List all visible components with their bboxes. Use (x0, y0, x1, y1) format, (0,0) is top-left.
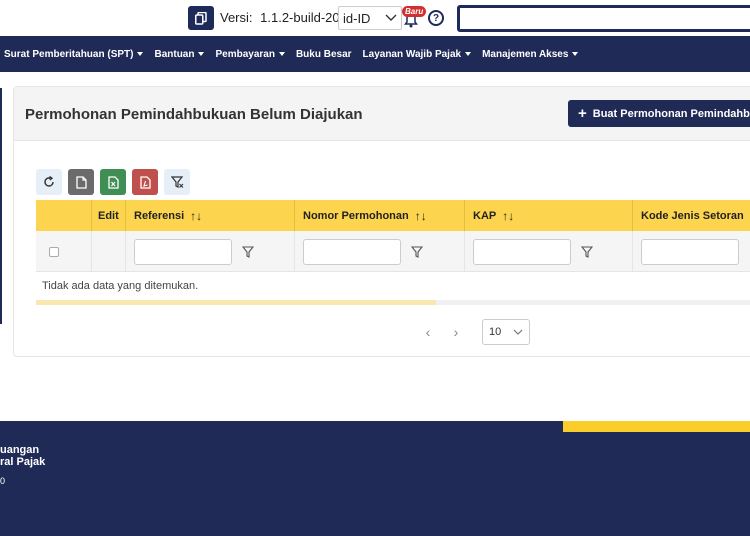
filter-cell-referensi (126, 231, 295, 272)
pagination: ‹ › 10 (414, 319, 530, 345)
document-icon[interactable] (68, 169, 94, 195)
filter-icon[interactable] (411, 245, 423, 258)
nav-item-buku-besar[interactable]: Buku Besar (296, 49, 352, 60)
data-table: Edit Referensi ↑↓ Nomor Permohonan ↑↓ KAP ↑… (36, 200, 750, 305)
select-all-checkbox[interactable] (49, 246, 59, 257)
new-badge: Baru (402, 6, 427, 17)
version-info: Versi: 1.1.2-build-2017 (220, 10, 354, 25)
chevron-down-icon (513, 329, 523, 335)
search-input[interactable] (460, 8, 750, 29)
nav-item-manajemen-akses[interactable]: Manajemen Akses (482, 48, 579, 60)
help-icon[interactable]: ? (428, 10, 444, 26)
table-toolbar (36, 169, 190, 195)
side-panel-edge (0, 88, 2, 324)
empty-message: Tidak ada data yang ditemukan. (42, 280, 199, 292)
footer-accent-bar (563, 421, 750, 432)
page-title: Permohonan Pemindahbukuan Belum Diajukan (25, 106, 363, 123)
filter-icon[interactable] (242, 245, 254, 258)
footer-line-2: ral Pajak (0, 456, 46, 468)
filter-cell-edit (92, 231, 126, 272)
main-card: Permohonan Pemindahbukuan Belum Diajukan… (13, 86, 750, 357)
plus-icon: + (578, 105, 587, 122)
nav-item-label: Pembayaran (215, 48, 275, 60)
filter-input-kap[interactable] (473, 238, 571, 265)
clear-filter-icon[interactable] (164, 169, 190, 195)
horizontal-scrollbar[interactable] (36, 300, 750, 305)
table-header-row: Edit Referensi ↑↓ Nomor Permohonan ↑↓ KAP ↑… (36, 200, 750, 231)
pdf-icon[interactable] (132, 169, 158, 195)
column-header-referensi[interactable]: Referensi ↑↓ (126, 200, 295, 231)
nav-item-label: Layanan Wajib Pajak (362, 48, 462, 60)
column-label: Referensi (134, 209, 185, 222)
create-request-button[interactable]: + Buat Permohonan Pemindahbukuan (568, 100, 750, 127)
nav-item-label: Surat Pemberitahuan (SPT) (4, 48, 134, 60)
language-select[interactable]: id-ID (338, 6, 402, 30)
column-label: Kode Jenis Setoran (641, 209, 744, 222)
filter-icon[interactable] (581, 245, 593, 258)
column-header-select (36, 200, 92, 231)
page-size-value: 10 (489, 326, 502, 338)
column-header-nomor-permohonan[interactable]: Nomor Permohonan ↑↓ (295, 200, 465, 231)
language-value: id-ID (343, 10, 371, 26)
filter-input-kode-jenis-setoran[interactable] (641, 238, 739, 265)
caret-down-icon (137, 52, 144, 56)
sort-icon[interactable]: ↑↓ (190, 209, 202, 223)
copy-icon[interactable] (188, 6, 214, 30)
card-header: Permohonan Pemindahbukuan Belum Diajukan… (14, 87, 750, 141)
filter-cell-kap (465, 231, 633, 272)
version-label: Versi: (220, 10, 253, 25)
column-header-edit: Edit (92, 200, 126, 231)
refresh-icon[interactable] (36, 169, 62, 195)
nav-item-bantuan[interactable]: Bantuan (154, 48, 205, 60)
create-request-label: Buat Permohonan Pemindahbukuan (592, 107, 750, 120)
filter-row (36, 231, 750, 272)
footer-line-1: uangan (0, 444, 40, 456)
caret-down-icon (198, 52, 205, 56)
caret-down-icon (465, 52, 472, 56)
nav-item-spt[interactable]: Surat Pemberitahuan (SPT) (4, 48, 144, 60)
caret-down-icon (572, 52, 579, 56)
filter-cell-kode-jenis-setoran (633, 231, 750, 272)
top-bar: Versi: 1.1.2-build-2017 id-ID Baru ? (0, 0, 750, 36)
column-header-kap[interactable]: KAP ↑↓ (465, 200, 633, 231)
nav-item-label: Manajemen Akses (482, 48, 569, 60)
nav-item-label: Buku Besar (295, 48, 352, 60)
filter-input-nomor-permohonan[interactable] (303, 238, 401, 265)
filter-input-referensi[interactable] (134, 238, 232, 265)
main-navbar: Surat Pemberitahuan (SPT) Bantuan Pembay… (0, 36, 750, 72)
filter-cell-select (36, 231, 92, 272)
nav-item-layanan-wajib-pajak[interactable]: Layanan Wajib Pajak (363, 49, 472, 60)
sort-icon[interactable]: ↑↓ (502, 209, 514, 223)
prev-page-icon[interactable]: ‹ (414, 324, 442, 340)
search-box[interactable] (457, 5, 750, 32)
nav-item-label: Bantuan (154, 48, 195, 60)
sort-icon[interactable]: ↑↓ (415, 209, 427, 223)
scrollbar-thumb[interactable] (36, 300, 436, 305)
column-label: Edit (98, 209, 119, 222)
excel-icon[interactable] (100, 169, 126, 195)
column-header-kode-jenis-setoran: Kode Jenis Setoran (633, 200, 750, 231)
chevron-down-icon (385, 14, 397, 21)
column-label: KAP (473, 209, 497, 222)
filter-cell-nomor-permohonan (295, 231, 465, 272)
footer (0, 421, 750, 536)
column-label: Nomor Permohonan (303, 209, 409, 222)
next-page-icon[interactable]: › (442, 324, 470, 340)
nav-item-pembayaran[interactable]: Pembayaran (215, 48, 285, 60)
footer-small-text: 0 (0, 476, 6, 486)
footer-org-name: uangan ral Pajak (0, 444, 45, 468)
caret-down-icon (278, 52, 285, 56)
page-size-select[interactable]: 10 (482, 319, 530, 345)
